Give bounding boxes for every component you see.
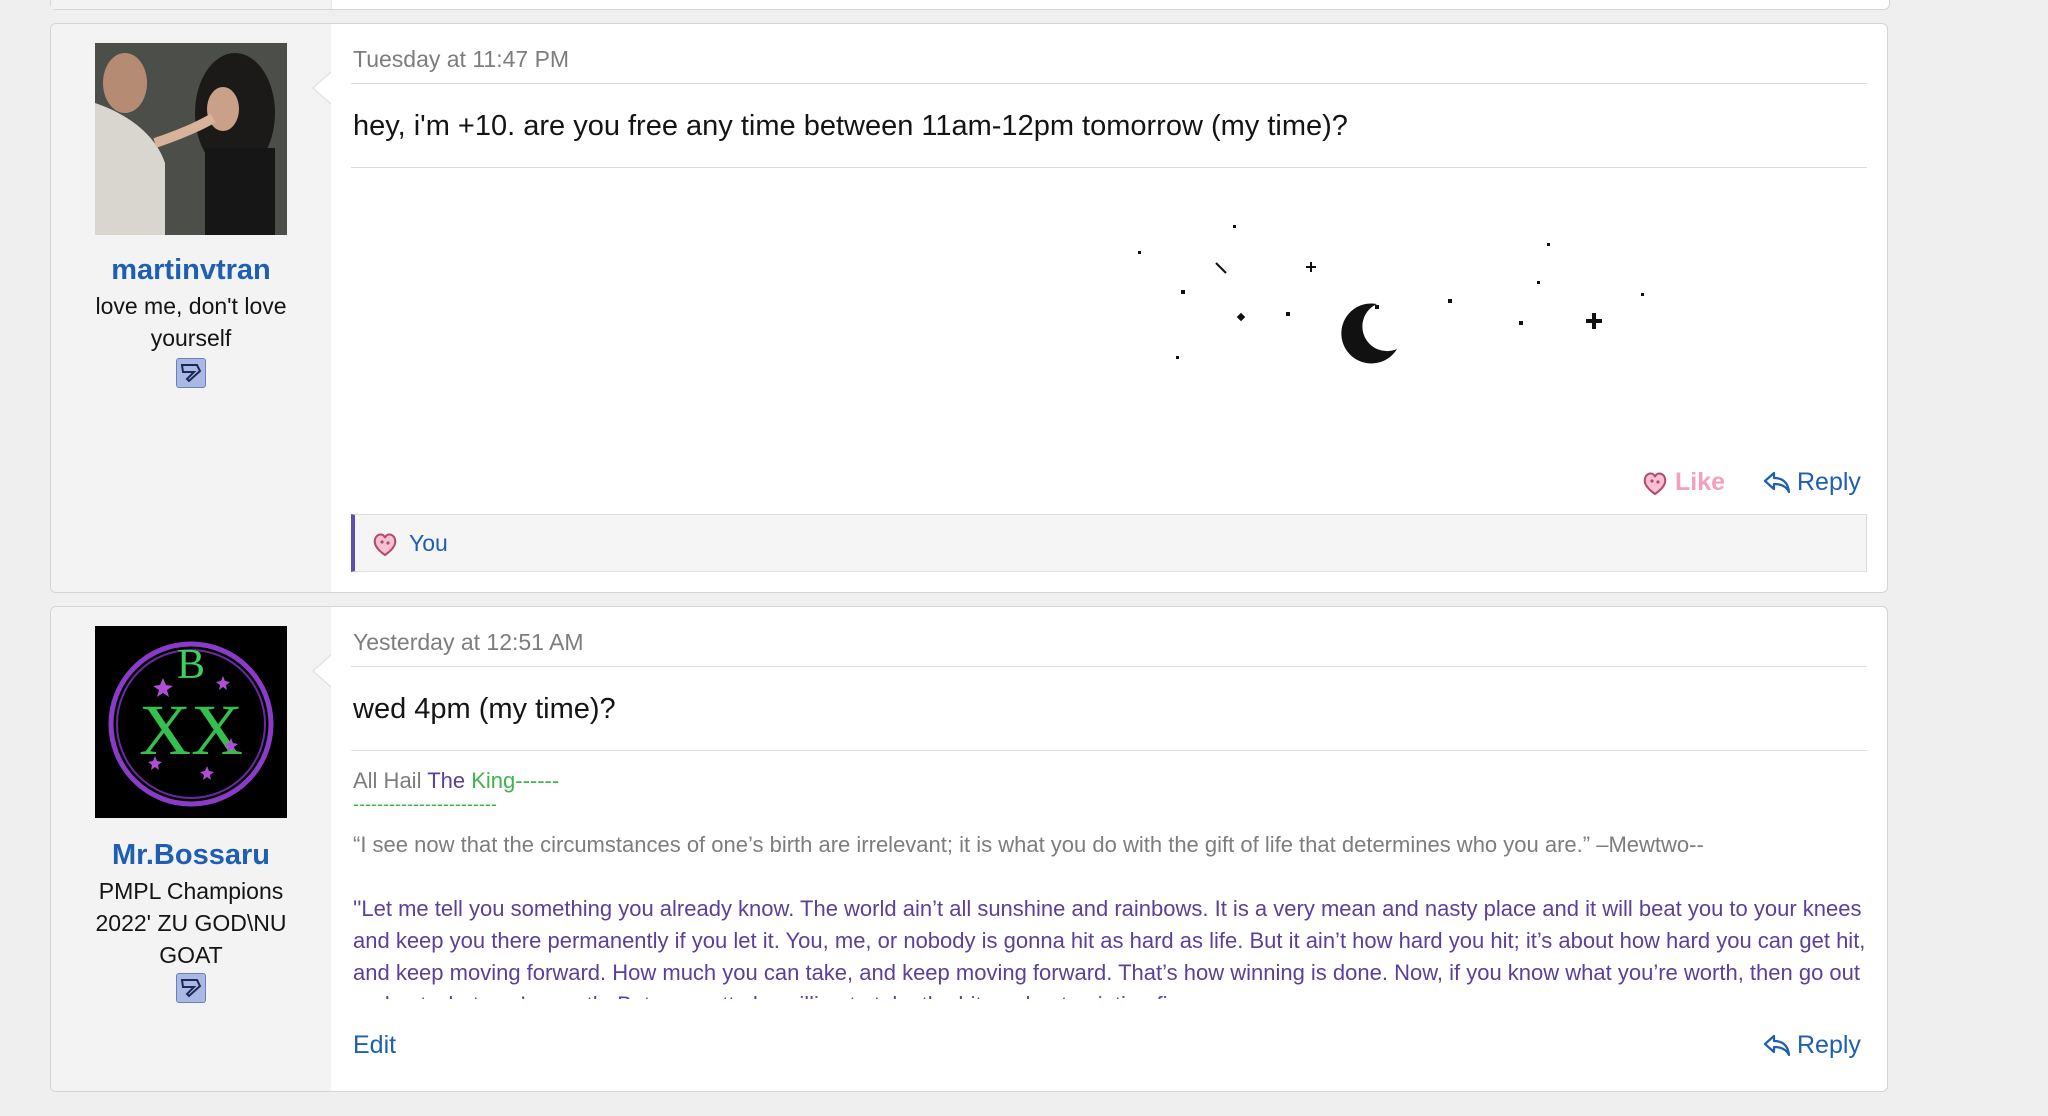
heart-icon [1643, 472, 1667, 495]
edit-label: Edit [353, 1031, 397, 1059]
heart-icon [373, 533, 397, 557]
page-background-margin [1890, 0, 2048, 1116]
post-message: wed 4pm (my time)? [353, 693, 616, 725]
signature-title: All Hail The King------ [353, 768, 560, 793]
edit-button[interactable]: Edit [353, 1031, 396, 1060]
user-column: B X X Mr.Bossaru PMPL Champions 2022' ZU… [51, 607, 332, 1091]
user-title: PMPL Champions 2022' ZU GOD\NU GOAT [95, 878, 287, 968]
previous-post-bottom [50, 0, 1890, 10]
post-mr-bossaru: B X X Mr.Bossaru PMPL Champions 2022' ZU… [50, 606, 1888, 1092]
reply-arrow-icon [1763, 471, 1791, 493]
likes-summary: You [351, 514, 1867, 572]
post-martinvtran: martinvtran love me, don't love yourself… [50, 23, 1888, 593]
reply-label: Reply [1797, 468, 1861, 496]
signature-quote-rocky: ''Let me tell you something you already … [353, 896, 1866, 999]
user-column: martinvtran love me, don't love yourself [51, 24, 332, 592]
username-link[interactable]: Mr.Bossaru [51, 839, 331, 872]
post-datetime[interactable]: Tuesday at 11:47 PM [353, 46, 569, 73]
reply-label: Reply [1797, 1031, 1861, 1059]
like-label: Like [1675, 468, 1726, 496]
logo-letter-b: B [177, 642, 205, 688]
post-datetime[interactable]: Yesterday at 12:51 AM [353, 629, 584, 656]
logo-letter-x: X [139, 690, 191, 770]
signature-stars-image [1138, 225, 1644, 364]
reply-button[interactable]: Reply [1763, 1031, 1861, 1060]
reply-button[interactable]: Reply [1763, 468, 1861, 497]
user-photo-avatar[interactable] [95, 43, 287, 235]
divider [351, 750, 1867, 751]
username-link[interactable]: martinvtran [51, 254, 331, 287]
logo-letter-x: X [191, 690, 243, 770]
bxx-logo-avatar[interactable]: B X X [95, 626, 287, 818]
post-message: hey, i'm +10. are you free any time betw… [353, 110, 1348, 142]
liked-by-link[interactable]: You [409, 530, 448, 557]
user-badge-icon [176, 973, 206, 1003]
speech-arrow [314, 72, 332, 104]
signature-quote-mewtwo: “I see now that the circumstances of one… [353, 832, 1704, 857]
user-title: love me, don't love yourself [95, 293, 287, 351]
user-badge-icon [176, 358, 206, 388]
divider [351, 167, 1867, 168]
signature: All Hail The King------ ----------------… [351, 759, 1867, 999]
divider [351, 666, 1867, 667]
previous-post-user-column [51, 0, 332, 9]
reply-arrow-icon [1763, 1034, 1791, 1056]
speech-arrow [314, 655, 332, 687]
divider [351, 83, 1867, 84]
like-button[interactable]: Like [1641, 468, 1725, 497]
signature-dashes: ------------------------ [353, 794, 497, 814]
